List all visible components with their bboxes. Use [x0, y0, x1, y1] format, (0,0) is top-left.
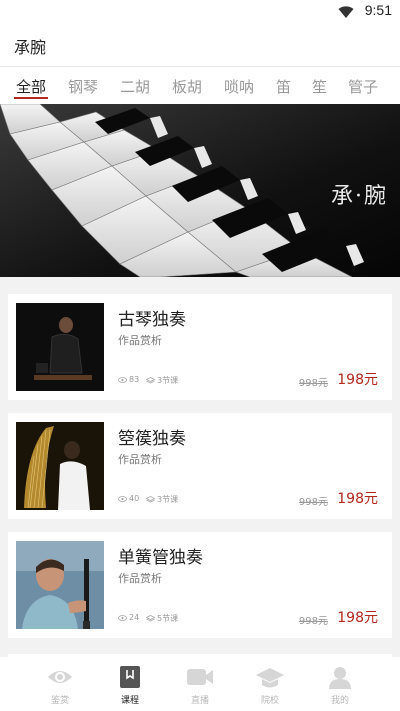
nav-courses[interactable]: 课程	[100, 665, 160, 706]
category-tabs: 全部 钢琴 二胡 板胡 唢呐 笛 笙 管子	[0, 66, 400, 104]
course-subtitle: 作品赏析	[118, 572, 162, 585]
nav-label: 课程	[120, 696, 139, 706]
course-subtitle: 作品赏析	[118, 453, 162, 466]
tab-guanzi[interactable]: 管子	[348, 76, 378, 97]
lesson-count: 5节课	[146, 613, 178, 624]
course-card[interactable]: 单簧管独奏 作品赏析 24 5节课 998元 198元	[8, 532, 392, 638]
course-title: 箜篌独奏	[118, 429, 186, 449]
layers-icon	[146, 615, 155, 622]
course-card[interactable]: 古琴独奏 作品赏析 83 3节课 998元 198元	[8, 294, 392, 400]
eye-icon	[118, 495, 127, 502]
banner[interactable]: 承·腕	[0, 104, 400, 277]
page-title: 承腕	[14, 38, 47, 57]
status-bar: 9:51	[0, 0, 400, 24]
video-camera-icon	[187, 669, 213, 685]
original-price: 998元	[298, 616, 328, 627]
view-count: 24	[118, 613, 139, 622]
view-count: 83	[118, 375, 139, 384]
lesson-count-value: 3节课	[157, 376, 179, 385]
nav-label: 院校	[260, 696, 279, 706]
original-price: 998元	[298, 378, 328, 389]
course-title: 单簧管独奏	[118, 548, 203, 568]
course-subtitle: 作品赏析	[118, 334, 162, 347]
lesson-count-value: 3节课	[157, 495, 179, 504]
tab-piano[interactable]: 钢琴	[68, 76, 98, 97]
sale-price: 198元	[337, 372, 378, 388]
course-thumbnail	[16, 303, 104, 391]
lesson-count: 3节课	[146, 375, 178, 386]
active-tab-indicator	[14, 97, 48, 99]
nav-label: 鉴赏	[50, 696, 69, 706]
status-time: 9:51	[364, 2, 392, 18]
bottom-nav: 鉴赏 课程 直播 院校 我的	[0, 657, 400, 711]
view-count-value: 40	[129, 494, 140, 503]
view-count: 40	[118, 494, 139, 503]
tab-di[interactable]: 笛	[276, 76, 291, 97]
course-card[interactable]: 箜篌独奏 作品赏析 40 3节课 998元 198元	[8, 413, 392, 519]
course-thumbnail	[16, 422, 104, 510]
graduation-cap-icon	[256, 668, 284, 688]
nav-label: 直播	[190, 696, 209, 706]
lesson-count-value: 5节课	[157, 614, 179, 623]
app-bar: 承腕	[0, 24, 400, 66]
lesson-count: 3节课	[146, 494, 178, 505]
original-price: 998元	[298, 497, 328, 508]
layers-icon	[146, 377, 155, 384]
view-count-value: 83	[129, 375, 140, 384]
nav-appreciate[interactable]: 鉴赏	[30, 665, 90, 706]
course-title: 古琴独奏	[118, 310, 186, 330]
nav-label: 我的	[330, 696, 349, 706]
course-thumbnail	[16, 541, 104, 629]
eye-icon	[118, 614, 127, 621]
tab-sheng[interactable]: 笙	[312, 76, 327, 97]
banner-caption: 承·腕	[331, 184, 388, 209]
tab-all[interactable]: 全部	[16, 76, 46, 97]
tab-suona[interactable]: 唢呐	[224, 76, 254, 97]
view-count-value: 24	[129, 613, 140, 622]
user-icon	[329, 667, 351, 689]
layers-icon	[146, 496, 155, 503]
nav-live[interactable]: 直播	[170, 665, 230, 706]
nav-profile[interactable]: 我的	[310, 665, 370, 706]
wifi-icon	[338, 6, 354, 18]
eye-icon	[48, 671, 72, 683]
tab-erhu[interactable]: 二胡	[120, 76, 150, 97]
book-icon	[120, 666, 140, 688]
tab-banhu[interactable]: 板胡	[172, 76, 202, 97]
nav-schools[interactable]: 院校	[240, 665, 300, 706]
sale-price: 198元	[337, 610, 378, 626]
eye-icon	[118, 376, 127, 383]
sale-price: 198元	[337, 491, 378, 507]
